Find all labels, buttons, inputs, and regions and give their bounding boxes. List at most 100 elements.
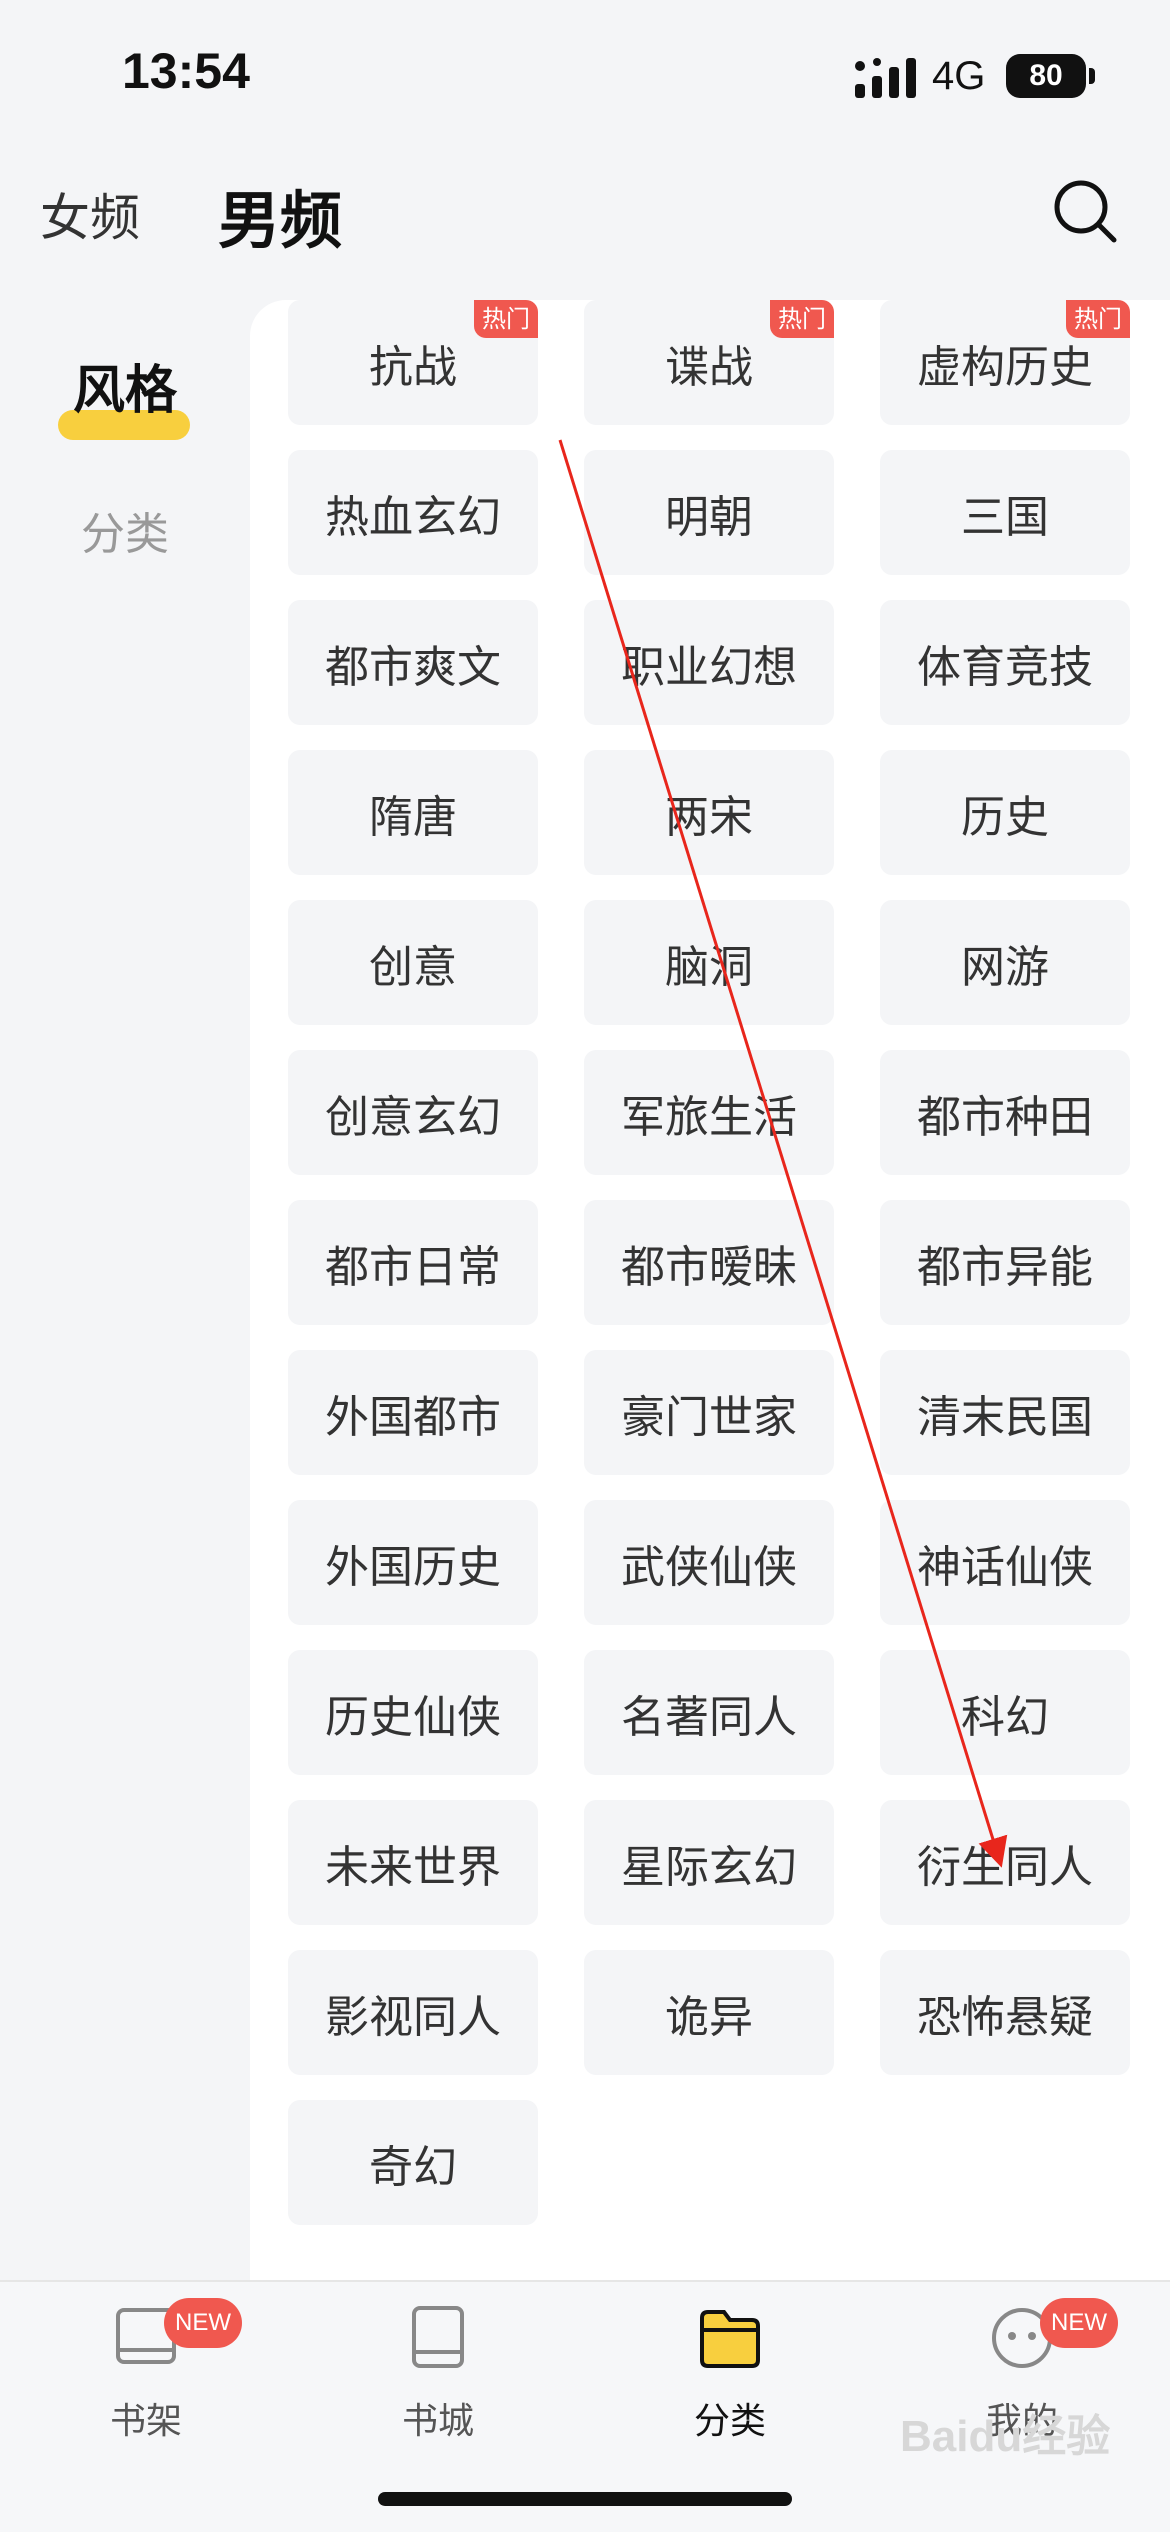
tag-cell[interactable]: 明朝 [584, 450, 834, 575]
tag-cell[interactable]: 外国历史 [288, 1500, 538, 1625]
tag-cell[interactable]: 诡异 [584, 1950, 834, 2075]
tag-label: 都市暧昧 [621, 1241, 797, 1293]
tag-label: 创意 [369, 941, 457, 993]
new-badge: NEW [164, 2298, 242, 2348]
tag-cell[interactable]: 职业幻想 [584, 600, 834, 725]
nav-label: 分类 [693, 2401, 766, 2442]
tag-label: 诡异 [665, 1991, 753, 2043]
hot-badge: 热门 [1066, 300, 1130, 338]
tag-label: 外国都市 [325, 1391, 501, 1443]
tag-label: 科幻 [961, 1691, 1049, 1743]
tag-cell[interactable]: 历史 [880, 750, 1130, 875]
tag-cell[interactable]: 体育竞技 [880, 600, 1130, 725]
hot-badge: 热门 [474, 300, 538, 338]
tag-cell[interactable]: 未来世界 [288, 1800, 538, 1925]
nav-label: 书架 [109, 2401, 182, 2442]
tag-label: 名著同人 [621, 1691, 797, 1743]
battery-icon: 80 [1006, 54, 1086, 98]
tag-label: 未来世界 [325, 1841, 501, 1893]
tag-cell[interactable]: 谍战 热门 [584, 300, 834, 425]
tag-cell[interactable]: 都市爽文 [288, 600, 538, 725]
tag-label: 谍战 [665, 341, 753, 393]
tag-cell[interactable]: 网游 [880, 900, 1130, 1025]
tag-label: 两宋 [665, 791, 753, 843]
status-bar: 13:54 4G 80 [0, 0, 1170, 150]
tag-cell[interactable]: 热血玄幻 [288, 450, 538, 575]
tag-grid-panel: 抗战 热门 谍战 热门 虚构历史 热门 热血玄幻 明朝 三国 都市爽文 职业幻想 体育竞技 隋唐 两宋 历史… [250, 300, 1170, 2280]
tag-cell[interactable]: 军旅生活 [584, 1050, 834, 1175]
sidebar-item-style[interactable]: 风格 [0, 348, 250, 440]
tag-label: 都市爽文 [325, 641, 501, 693]
tab-male[interactable]: 男频 [218, 170, 342, 260]
search-icon[interactable] [1050, 176, 1120, 246]
tag-label: 星际玄幻 [621, 1841, 797, 1893]
nav-label: 书城 [401, 2401, 474, 2442]
tag-label: 三国 [961, 491, 1049, 543]
tag-label: 衍生同人 [917, 1841, 1093, 1893]
tag-label: 热血玄幻 [325, 491, 501, 543]
tag-cell[interactable]: 脑洞 [584, 900, 834, 1025]
tag-label: 武侠仙侠 [621, 1541, 797, 1593]
folder-icon [700, 2310, 760, 2368]
tag-label: 影视同人 [325, 1991, 501, 2043]
tag-cell[interactable]: 影视同人 [288, 1950, 538, 2075]
tag-cell[interactable]: 恐怖悬疑 [880, 1950, 1130, 2075]
tag-cell[interactable]: 两宋 [584, 750, 834, 875]
tag-label: 神话仙侠 [917, 1541, 1093, 1593]
tag-cell[interactable]: 都市异能 [880, 1200, 1130, 1325]
tag-label: 虚构历史 [917, 341, 1093, 393]
tag-cell[interactable]: 隋唐 [288, 750, 538, 875]
sidebar: 风格 分类 [0, 300, 250, 2280]
nav-category[interactable]: 分类 [630, 2282, 830, 2482]
tag-cell[interactable]: 虚构历史 热门 [880, 300, 1130, 425]
tag-label: 军旅生活 [621, 1091, 797, 1143]
tag-cell[interactable]: 奇幻 [288, 2100, 538, 2225]
tag-cell[interactable]: 衍生同人 [880, 1800, 1130, 1925]
tab-female[interactable]: 女频 [40, 178, 140, 250]
tag-label: 隋唐 [369, 791, 457, 843]
battery-tip [1089, 68, 1095, 84]
tag-label: 恐怖悬疑 [917, 1991, 1093, 2043]
tag-label: 历史 [961, 791, 1049, 843]
tag-cell[interactable]: 三国 [880, 450, 1130, 575]
tag-cell[interactable]: 历史仙侠 [288, 1650, 538, 1775]
home-indicator [378, 2492, 792, 2506]
tag-cell[interactable]: 创意玄幻 [288, 1050, 538, 1175]
tag-label: 网游 [961, 941, 1049, 993]
header: 女频 男频 [0, 150, 1170, 300]
tag-label: 体育竞技 [917, 641, 1093, 693]
hot-badge: 热门 [770, 300, 834, 338]
tag-cell[interactable]: 神话仙侠 [880, 1500, 1130, 1625]
network-type: 4G [932, 54, 986, 98]
tag-cell[interactable]: 武侠仙侠 [584, 1500, 834, 1625]
sidebar-item-category[interactable]: 分类 [0, 498, 250, 562]
tag-cell[interactable]: 都市种田 [880, 1050, 1130, 1175]
tag-label: 清末民国 [917, 1391, 1093, 1443]
tag-cell[interactable]: 外国都市 [288, 1350, 538, 1475]
tag-cell[interactable]: 清末民国 [880, 1350, 1130, 1475]
tag-label: 都市异能 [917, 1241, 1093, 1293]
tag-label: 创意玄幻 [325, 1091, 501, 1143]
tag-cell[interactable]: 科幻 [880, 1650, 1130, 1775]
tag-label: 豪门世家 [621, 1391, 797, 1443]
tag-label: 都市种田 [917, 1091, 1093, 1143]
tag-cell[interactable]: 抗战 热门 [288, 300, 538, 425]
tag-cell[interactable]: 都市暧昧 [584, 1200, 834, 1325]
tag-label: 职业幻想 [621, 641, 797, 693]
status-time: 13:54 [122, 43, 250, 99]
tag-cell[interactable]: 豪门世家 [584, 1350, 834, 1475]
nav-bookstore[interactable]: 书城 [338, 2282, 538, 2482]
signal-icon [855, 58, 916, 98]
tag-label: 脑洞 [665, 941, 753, 993]
tag-label: 外国历史 [325, 1541, 501, 1593]
tag-grid: 抗战 热门 谍战 热门 虚构历史 热门 热血玄幻 明朝 三国 都市爽文 职业幻想 体育竞技 隋唐 两宋 历史… [288, 300, 1130, 2225]
tag-cell[interactable]: 都市日常 [288, 1200, 538, 1325]
tag-cell[interactable]: 星际玄幻 [584, 1800, 834, 1925]
tag-cell[interactable]: 创意 [288, 900, 538, 1025]
tag-label: 明朝 [665, 491, 753, 543]
nav-bookshelf[interactable]: NEW 书架 [46, 2282, 246, 2482]
watermark-logo: Baidu经验 [900, 2412, 1111, 2461]
tag-label: 抗战 [369, 341, 457, 393]
tag-cell[interactable]: 名著同人 [584, 1650, 834, 1775]
new-badge: NEW [1040, 2298, 1118, 2348]
